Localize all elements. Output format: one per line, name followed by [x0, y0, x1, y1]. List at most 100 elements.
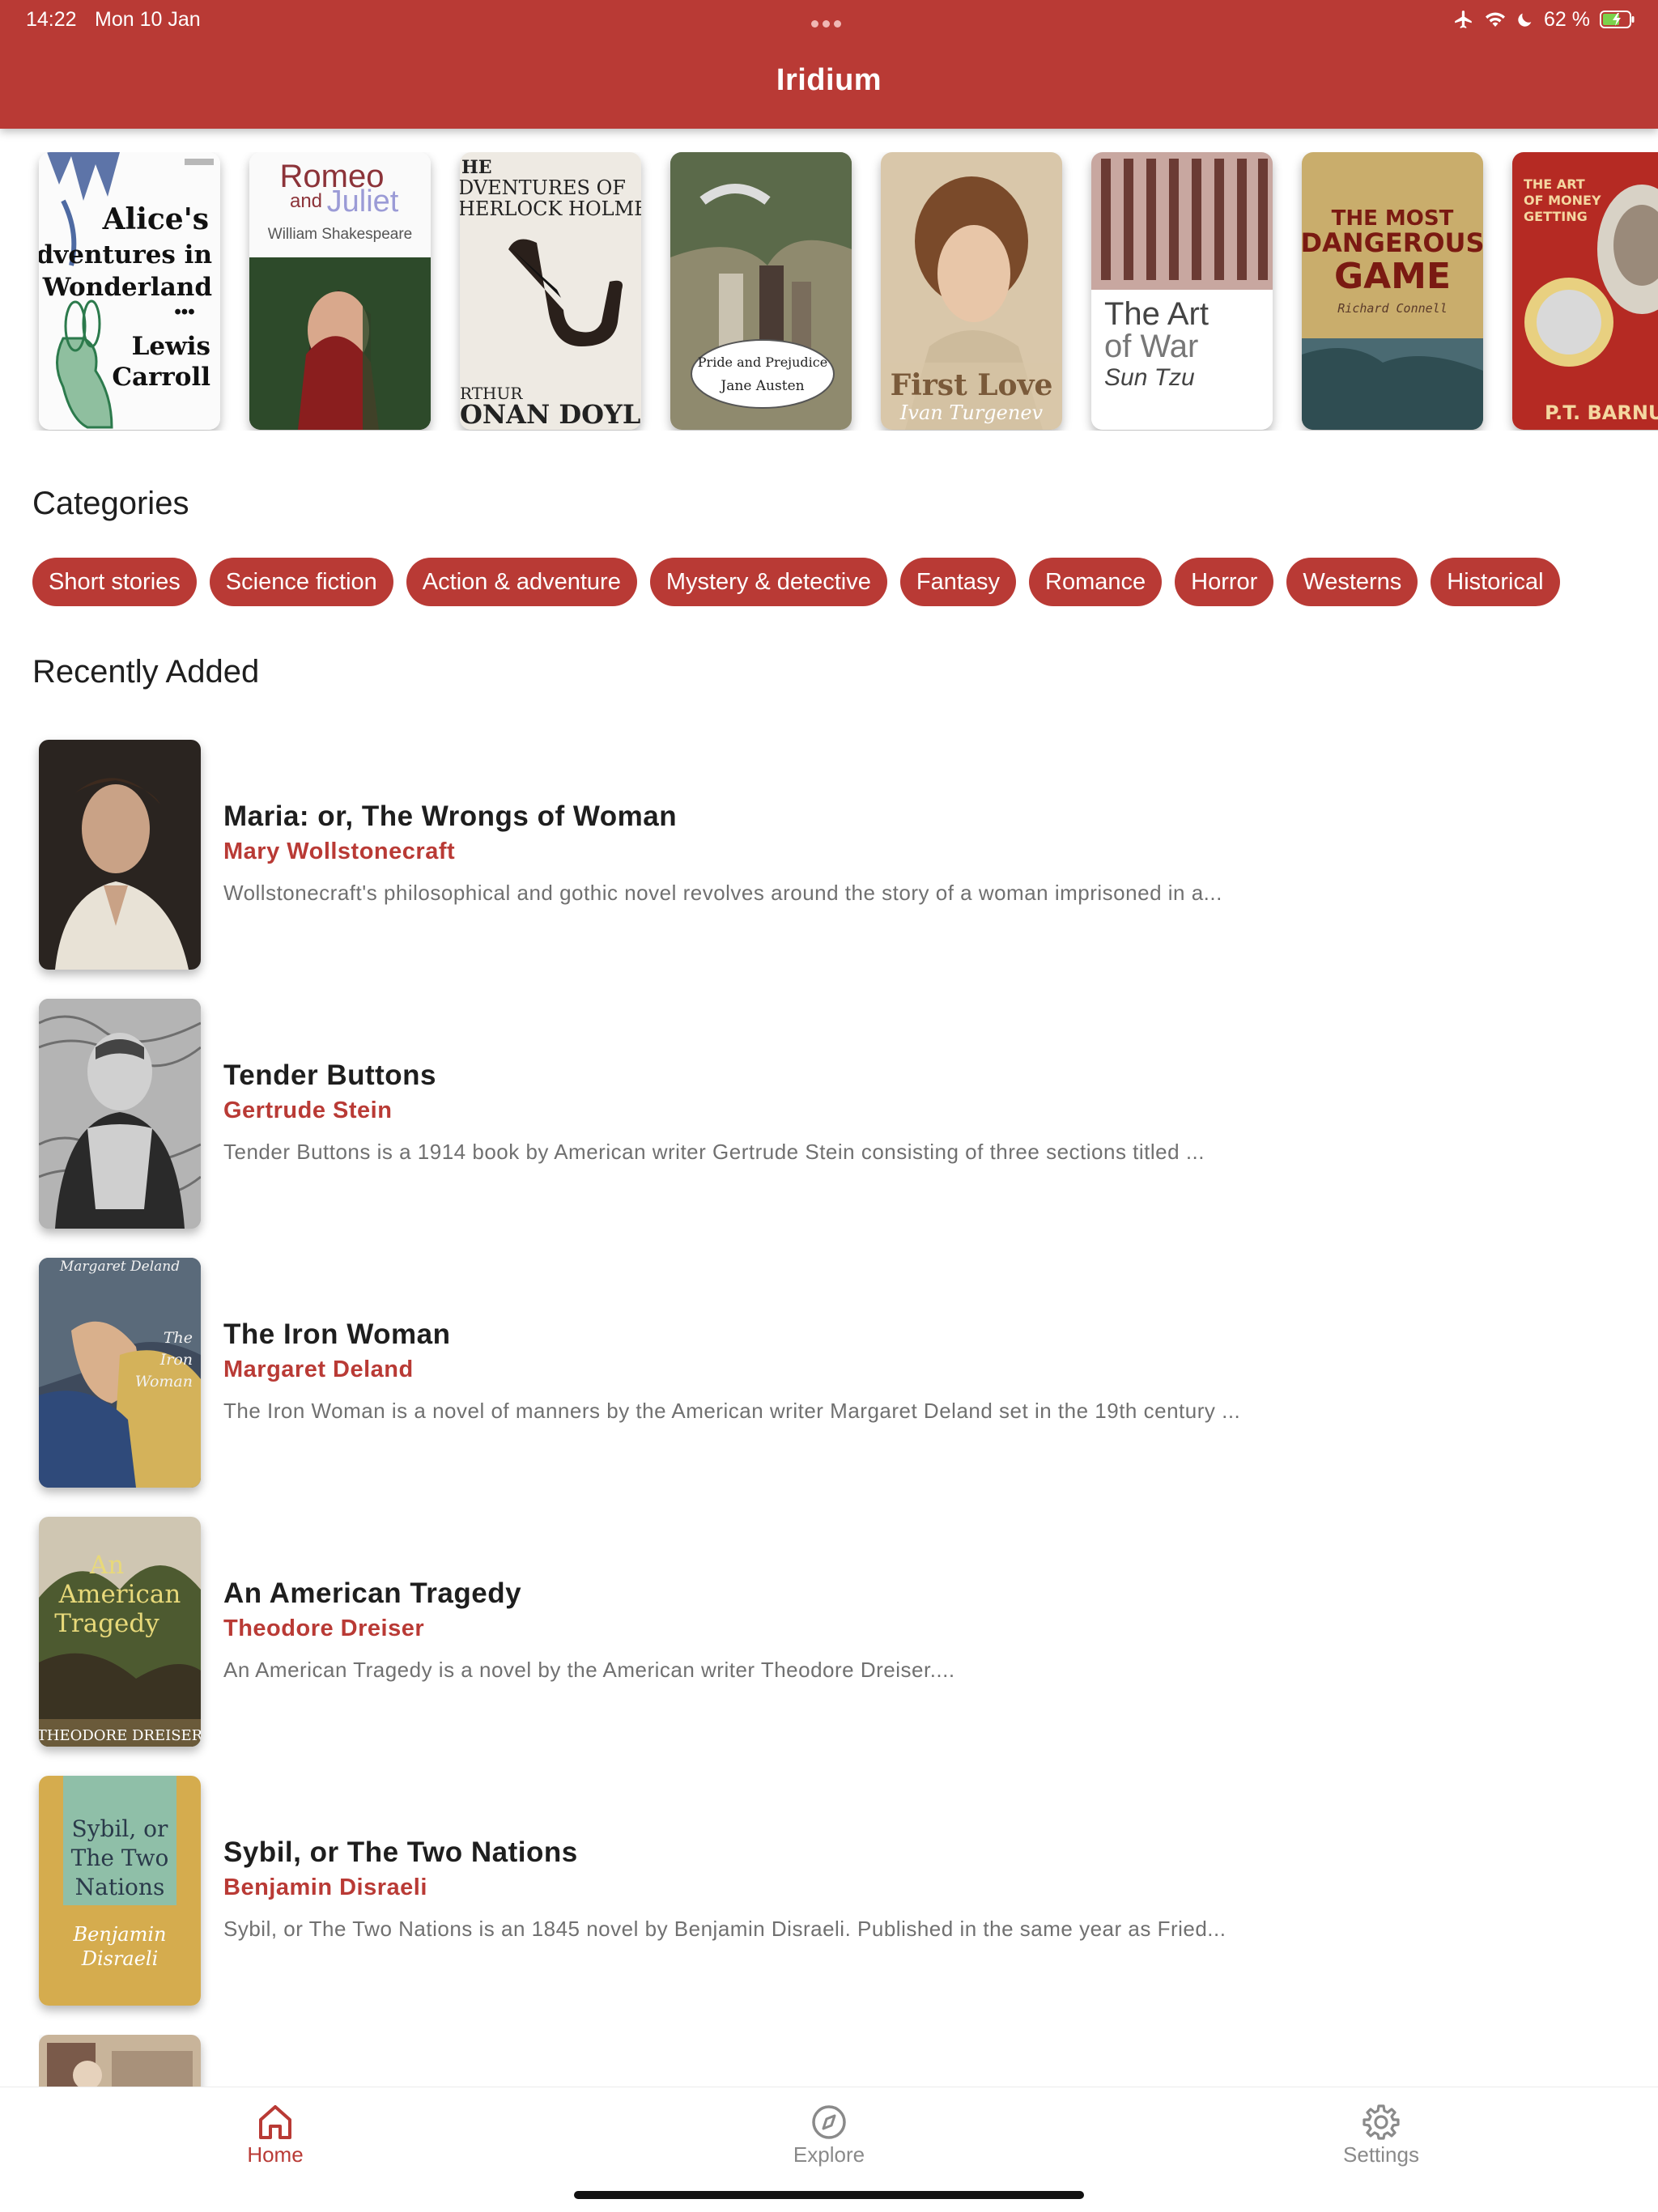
categories-chip-row[interactable]: Short stories Science fiction Action & adv…: [32, 558, 1658, 606]
cover-author-line: THEODORE DREISER: [39, 1727, 201, 1744]
airplane-icon: [1455, 11, 1472, 28]
book-cover: [39, 740, 201, 970]
cover-title-line: Iron: [159, 1351, 193, 1369]
book-list-item[interactable]: Sybil, or The Two Nations Benjamin Disra…: [39, 1776, 1626, 2006]
featured-book-most-dangerous-game[interactable]: THE MOST DANGEROUS GAME Richard Connell: [1302, 152, 1483, 430]
book-title: The Iron Woman: [223, 1318, 451, 1350]
book-description: Wollstonecraft's philosophical and gothi…: [223, 881, 1222, 905]
book-list-item[interactable]: An American Tragedy THEODORE DREISER An …: [39, 1517, 1626, 1747]
cover-title-line: The Art: [1104, 296, 1209, 332]
cover-author-line: Richard Connell: [1337, 301, 1447, 316]
featured-book-art-of-war[interactable]: The Art of War Sun Tzu: [1091, 152, 1273, 430]
book-cover: Sybil, or The Two Nations Benjamin Disra…: [39, 1776, 201, 2006]
book-author[interactable]: Benjamin Disraeli: [223, 1874, 427, 1901]
category-chip-fantasy[interactable]: Fantasy: [899, 558, 1017, 606]
book-description: The Iron Woman is a novel of manners by …: [223, 1399, 1241, 1423]
book-description: Tender Buttons is a 1914 book by America…: [223, 1140, 1205, 1164]
book-cover: An American Tragedy THEODORE DREISER: [39, 1517, 201, 1747]
categories-title: Categories: [32, 486, 189, 521]
recently-added-title: Recently Added: [32, 654, 260, 690]
category-chip-romance[interactable]: Romance: [1029, 558, 1163, 606]
category-chip-historical[interactable]: Historical: [1431, 558, 1560, 606]
cover-author-line: Disraeli: [81, 1947, 159, 1970]
cover-title-line: First Love: [891, 368, 1053, 402]
cover-title-line: DANGEROUS: [1302, 227, 1483, 258]
cover-author-line: Sun Tzu: [1104, 364, 1195, 391]
book-author[interactable]: Gertrude Stein: [223, 1098, 392, 1124]
book-title: Maria: or, The Wrongs of Woman: [223, 800, 678, 832]
tab-home-label: Home: [247, 2142, 304, 2167]
book-title: Sybil, or The Two Nations: [223, 1836, 578, 1868]
book-list-item[interactable]: Tender Buttons Gertrude Stein Tender But…: [39, 999, 1626, 1229]
tab-home[interactable]: Home: [194, 2104, 356, 2167]
featured-book-first-love[interactable]: First Love Ivan Turgenev: [881, 152, 1062, 430]
cover-author-line: Margaret Deland: [59, 1259, 180, 1275]
book-cover: [39, 2035, 201, 2087]
book-cover: [39, 999, 201, 1229]
cover-title-line: HERLOCK HOLME: [460, 197, 641, 220]
app-title: Iridium: [776, 63, 882, 97]
cover-author-line: William Shakespeare: [268, 226, 412, 243]
cover-title-line: American: [58, 1580, 181, 1609]
cover-title-line: GETTING: [1524, 209, 1588, 224]
cover-title-line: Pride and Prejudice: [698, 355, 827, 370]
book-description: An American Tragedy is a novel by the Am…: [223, 1658, 955, 1682]
tab-explore[interactable]: Explore: [748, 2104, 910, 2167]
cover-title-line: Adventures in: [39, 240, 212, 270]
book-list-item[interactable]: Margaret Deland The Iron Woman The Iron …: [39, 1258, 1626, 1488]
cover-title-line: Nations: [75, 1874, 165, 1900]
battery-percent: 62 %: [1544, 7, 1590, 31]
gear-icon: [1363, 2104, 1400, 2140]
moon-icon: [1518, 13, 1532, 27]
cover-title-line: Woman: [135, 1373, 193, 1390]
featured-book-art-of-money-getting[interactable]: THE ART OF MONEY GETTING P.T. BARNUM: [1512, 152, 1658, 430]
tab-explore-label: Explore: [793, 2142, 865, 2167]
cover-title-line: An: [89, 1551, 124, 1580]
category-chip-horror[interactable]: Horror: [1175, 558, 1274, 606]
cover-author-line: Benjamin: [73, 1923, 167, 1946]
book-title: An American Tragedy: [223, 1577, 522, 1609]
cover-title-line: GAME: [1334, 256, 1451, 297]
multitasking-dots-icon[interactable]: [811, 17, 847, 28]
book-author[interactable]: Margaret Deland: [223, 1356, 414, 1383]
cover-title-line: Wonderland: [42, 273, 212, 302]
book-title: Tender Buttons: [223, 1059, 437, 1091]
status-indicators: 62 %: [1453, 6, 1635, 32]
featured-book-romeo-and-juliet[interactable]: Romeo and Juliet William Shakespeare: [249, 152, 431, 430]
status-bar: 14:22 Mon 10 Jan 62 %: [0, 0, 1658, 39]
cover-author-line: Ivan Turgenev: [899, 401, 1044, 424]
cover-author-line: Lewis: [132, 332, 210, 361]
cover-ornament: •••: [174, 301, 194, 323]
book-author[interactable]: Mary Wollstonecraft: [223, 839, 455, 865]
tab-settings-label: Settings: [1343, 2142, 1419, 2167]
book-list-item[interactable]: Maria: or, The Wrongs of Woman Mary Woll…: [39, 740, 1626, 970]
category-chip-science-fiction[interactable]: Science fiction: [209, 558, 393, 606]
category-chip-short-stories[interactable]: Short stories: [32, 558, 197, 606]
home-icon: [259, 2105, 291, 2139]
home-indicator[interactable]: [574, 2191, 1084, 2199]
category-chip-action-adventure[interactable]: Action & adventure: [406, 558, 637, 606]
featured-book-pride-and-prejudice[interactable]: Pride and Prejudice Jane Austen: [670, 152, 852, 430]
category-chip-westerns[interactable]: Westerns: [1286, 558, 1418, 606]
cover-title-line: Tragedy: [54, 1609, 159, 1638]
book-author[interactable]: Theodore Dreiser: [223, 1615, 424, 1642]
featured-carousel[interactable]: Alice's Adventures in Wonderland ••• Lew…: [0, 152, 1658, 431]
book-list-item[interactable]: [39, 2035, 1626, 2087]
cover-title-line: HE: [461, 157, 492, 178]
cover-title-line: and: [290, 190, 322, 212]
cover-title-line: DVENTURES OF: [460, 176, 626, 199]
cover-title-line: The Two: [71, 1845, 169, 1871]
status-date: Mon 10 Jan: [95, 8, 201, 31]
tab-settings[interactable]: Settings: [1300, 2104, 1462, 2167]
cover-title-line: OF MONEY: [1524, 193, 1601, 208]
cover-title-line: Alice's: [102, 202, 209, 236]
compass-icon: [812, 2105, 846, 2139]
wifi-icon: [1486, 12, 1506, 27]
featured-book-sherlock-holmes[interactable]: HE DVENTURES OF HERLOCK HOLME RTHUR ONAN…: [460, 152, 641, 430]
battery-icon: [1600, 11, 1635, 28]
featured-book-alice[interactable]: Alice's Adventures in Wonderland ••• Lew…: [39, 152, 220, 430]
cover-title-line: THE ART: [1524, 176, 1585, 192]
cover-author-line: Jane Austen: [719, 378, 804, 394]
cover-author-line: Carroll: [112, 363, 210, 392]
category-chip-mystery-detective[interactable]: Mystery & detective: [649, 558, 887, 606]
